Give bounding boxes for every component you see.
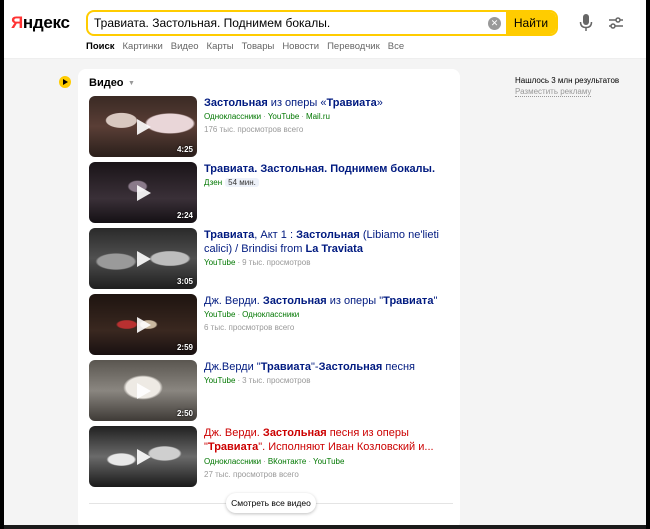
place-ad-link[interactable]: Разместить рекламу xyxy=(515,87,592,97)
tab-search[interactable]: Поиск xyxy=(86,41,115,52)
play-icon xyxy=(137,449,151,465)
play-icon xyxy=(137,119,151,135)
search-input[interactable] xyxy=(88,12,483,34)
source-link[interactable]: YouTube xyxy=(204,376,235,385)
video-duration: 3:05 xyxy=(176,277,193,286)
video-result[interactable]: 3:05 Травиата, Акт 1 : Застольная (Libia… xyxy=(89,228,449,290)
video-result[interactable]: Дж. Верди. Застольная песня из оперы "Тр… xyxy=(89,426,449,488)
video-thumbnail[interactable]: 4:25 xyxy=(89,96,197,157)
source-link[interactable]: Одноклассники xyxy=(204,112,261,121)
video-result[interactable]: 4:25 Застольная из оперы «Травиата» Одно… xyxy=(89,96,449,158)
video-sources: Одноклассники · ВКонтакте · YouTube xyxy=(204,457,345,466)
video-thumbnail[interactable]: 2:50 xyxy=(89,360,197,421)
microphone-icon[interactable] xyxy=(579,14,593,32)
video-title[interactable]: Травиата. Застольная. Поднимем бокалы. xyxy=(204,162,444,176)
video-sources: YouTube · Одноклассники xyxy=(204,310,300,319)
video-duration: 4:25 xyxy=(176,145,193,154)
source-link[interactable]: YouTube xyxy=(313,457,344,466)
video-views: 27 тыс. просмотров всего xyxy=(204,470,299,479)
video-views: 3 тыс. просмотров xyxy=(242,376,311,385)
tab-all[interactable]: Все xyxy=(388,41,404,52)
video-duration: 2:59 xyxy=(176,343,193,352)
video-sources: Одноклассники · YouTube · Mail.ru xyxy=(204,112,330,121)
video-result[interactable]: 2:59 Дж. Верди. Застольная из оперы "Тра… xyxy=(89,294,449,356)
browser-viewport: Яндекс ✕ Найти Поиск Картинки Видео Карт… xyxy=(4,0,646,525)
clear-search-icon[interactable]: ✕ xyxy=(488,17,501,30)
source-link[interactable]: YouTube xyxy=(204,258,235,267)
video-sources: YouTube · 9 тыс. просмотров xyxy=(204,258,311,267)
search-tabs: Поиск Картинки Видео Карты Товары Новост… xyxy=(86,41,404,52)
play-icon xyxy=(137,185,151,201)
video-views: 6 тыс. просмотров всего xyxy=(204,323,295,332)
duration-badge: 54 мин. xyxy=(225,178,259,187)
video-duration: 2:24 xyxy=(176,211,193,220)
source-link[interactable]: Одноклассники xyxy=(204,457,261,466)
tab-images[interactable]: Картинки xyxy=(123,41,163,52)
source-link[interactable]: Mail.ru xyxy=(306,112,330,121)
source-link[interactable]: Одноклассники xyxy=(242,310,299,319)
video-views: 9 тыс. просмотров xyxy=(242,258,311,267)
search-box: ✕ Найти xyxy=(86,10,558,36)
results-count: Нашлось 3 млн результатов xyxy=(515,76,620,85)
video-duration: 2:50 xyxy=(176,409,193,418)
source-link[interactable]: YouTube xyxy=(268,112,299,121)
settings-sliders-icon[interactable] xyxy=(608,15,624,31)
video-play-icon xyxy=(59,76,71,88)
find-button[interactable]: Найти xyxy=(506,12,556,34)
source-link[interactable]: ВКонтакте xyxy=(268,457,307,466)
tab-video[interactable]: Видео xyxy=(171,41,199,52)
chevron-down-icon[interactable]: ▼ xyxy=(128,80,135,87)
video-title[interactable]: Дж.Верди "Травиата"-Застольная песня xyxy=(204,360,444,374)
video-result[interactable]: 2:50 Дж.Верди "Травиата"-Застольная песн… xyxy=(89,360,449,422)
video-sources: Дзен 54 мин. xyxy=(204,178,259,187)
play-icon xyxy=(137,317,151,333)
tab-news[interactable]: Новости xyxy=(282,41,319,52)
source-link[interactable]: Дзен xyxy=(204,178,222,187)
video-thumbnail[interactable]: 2:59 xyxy=(89,294,197,355)
background-strip xyxy=(4,525,646,529)
play-icon xyxy=(137,383,151,399)
video-thumbnail[interactable]: 2:24 xyxy=(89,162,197,223)
tab-maps[interactable]: Карты xyxy=(207,41,234,52)
video-thumbnail[interactable]: 3:05 xyxy=(89,228,197,289)
video-thumbnail[interactable] xyxy=(89,426,197,487)
video-title[interactable]: Дж. Верди. Застольная из оперы "Травиата… xyxy=(204,294,444,308)
video-result[interactable]: 2:24 Травиата. Застольная. Поднимем бока… xyxy=(89,162,449,224)
video-views: 176 тыс. просмотров всего xyxy=(204,125,304,134)
video-title[interactable]: Травиата, Акт 1 : Застольная (Libiamo ne… xyxy=(204,228,444,256)
video-sources: YouTube · 3 тыс. просмотров xyxy=(204,376,311,385)
tab-products[interactable]: Товары xyxy=(242,41,275,52)
video-title[interactable]: Дж. Верди. Застольная песня из оперы "Тр… xyxy=(204,426,444,454)
section-title[interactable]: Видео xyxy=(89,77,124,89)
video-title[interactable]: Застольная из оперы «Травиата» xyxy=(204,96,444,110)
tab-translator[interactable]: Переводчик xyxy=(327,41,380,52)
see-all-videos-button[interactable]: Смотреть все видео xyxy=(226,493,316,513)
source-link[interactable]: YouTube xyxy=(204,310,235,319)
yandex-logo[interactable]: Яндекс xyxy=(11,13,70,33)
play-icon xyxy=(137,251,151,267)
